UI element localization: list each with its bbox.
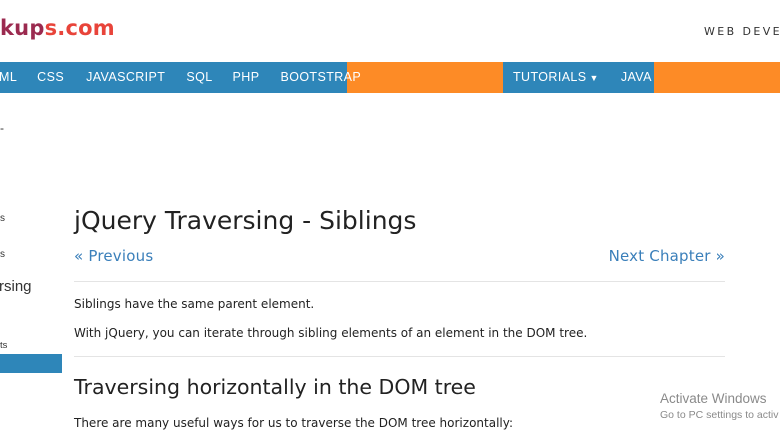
- divider: [74, 281, 725, 282]
- intro-paragraph: Siblings have the same parent element.: [74, 297, 315, 311]
- activate-windows-watermark: Activate Windows Go to PC settings to ac…: [660, 391, 778, 421]
- site-tagline: WEB DEVEL: [704, 25, 780, 38]
- previous-link[interactable]: « Previous: [74, 247, 153, 265]
- logo-text-part1: kup: [0, 16, 45, 40]
- watermark-title: Activate Windows: [660, 391, 767, 406]
- nav-item-sql[interactable]: SQL: [186, 62, 212, 93]
- logo-text-part2: s.com: [44, 16, 115, 40]
- nav-item-css[interactable]: CSS: [37, 62, 64, 93]
- page-title: jQuery Traversing - Siblings: [74, 206, 417, 235]
- nav-item-bootstrap[interactable]: BOOTSTRAP: [280, 62, 361, 93]
- nav-group-main: ML CSS JAVASCRIPT SQL PHP BOOTSTRAP: [0, 62, 361, 93]
- nav-item-tutorials[interactable]: TUTORIALS ▼: [513, 62, 599, 93]
- nav-item-php[interactable]: PHP: [233, 62, 260, 93]
- caret-down-icon: ▼: [589, 73, 599, 83]
- nav-item-javascript[interactable]: JAVASCRIPT: [86, 62, 165, 93]
- section-paragraph: There are many useful ways for us to tra…: [74, 416, 514, 430]
- site-header: kups.com WEB DEVEL: [0, 0, 780, 62]
- sidebar-item-traversing[interactable]: rsing: [0, 278, 32, 295]
- left-sidebar: - s s rsing ts: [0, 93, 62, 440]
- sidebar-item[interactable]: s: [0, 249, 5, 260]
- nav-tutorials-label: TUTORIALS: [513, 70, 587, 84]
- nav-item-java[interactable]: JAVA: [621, 62, 652, 93]
- sidebar-item[interactable]: s: [0, 213, 5, 224]
- nav-item-html[interactable]: ML: [0, 62, 17, 93]
- top-navbar: ML CSS JAVASCRIPT SQL PHP BOOTSTRAP TUTO…: [0, 62, 780, 93]
- nav-group-secondary: TUTORIALS ▼ JAVA: [503, 62, 654, 93]
- sidebar-item[interactable]: -: [0, 121, 4, 135]
- site-logo[interactable]: kups.com: [0, 16, 115, 40]
- sidebar-item-active[interactable]: [0, 354, 62, 373]
- divider: [74, 356, 725, 357]
- sidebar-item[interactable]: ts: [0, 340, 7, 351]
- next-chapter-link[interactable]: Next Chapter »: [609, 247, 725, 265]
- watermark-subtitle: Go to PC settings to activ: [660, 409, 779, 421]
- description-paragraph: With jQuery, you can iterate through sib…: [74, 326, 588, 340]
- section-heading: Traversing horizontally in the DOM tree: [74, 375, 476, 399]
